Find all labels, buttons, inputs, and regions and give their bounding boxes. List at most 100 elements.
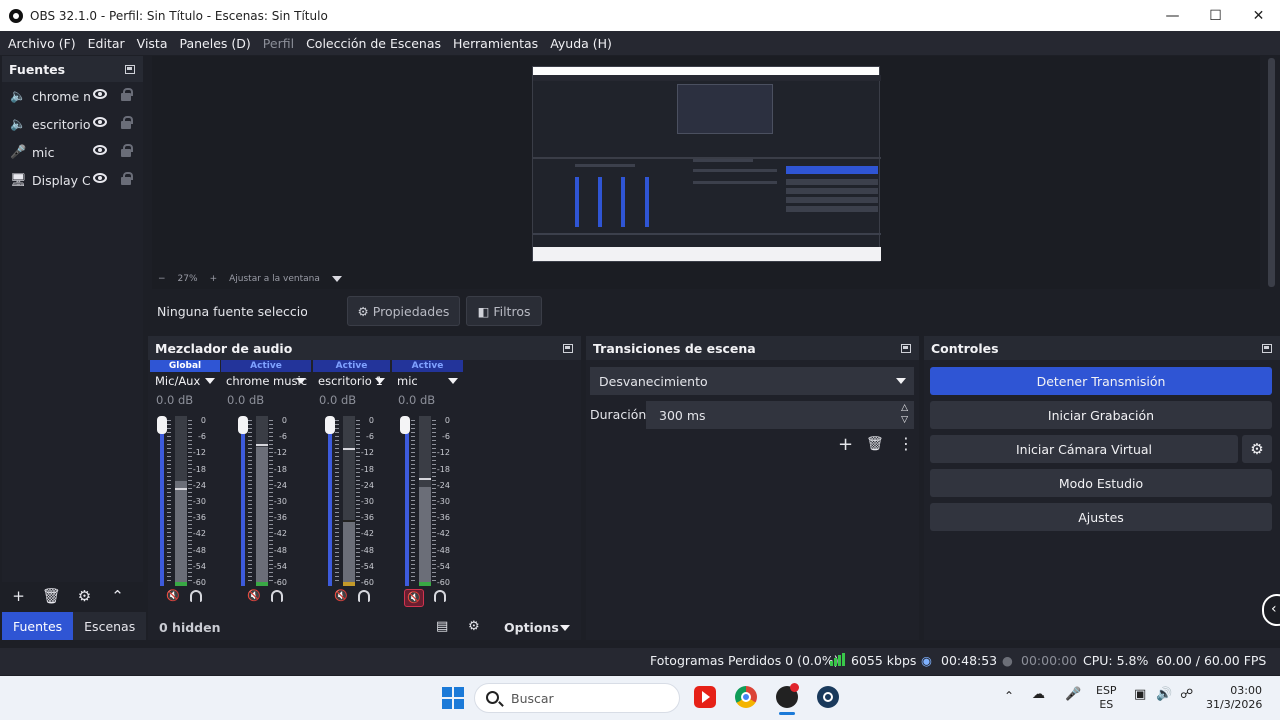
source-item[interactable]: 🔈 escritorio — [2, 110, 143, 138]
fit-to-window-label[interactable]: Ajustar a la ventana — [229, 274, 320, 284]
duration-spinbox[interactable]: 300 ms △ ▽ — [646, 401, 914, 429]
menu-view[interactable]: Vista — [131, 36, 174, 51]
monitor-headphones-icon[interactable] — [271, 590, 283, 602]
close-button[interactable]: ✕ — [1237, 0, 1280, 31]
advanced-audio-gear-icon[interactable]: ⚙ — [468, 619, 480, 634]
volume-fader-track[interactable] — [405, 424, 409, 586]
add-transition-button[interactable]: + — [838, 434, 853, 455]
mute-speaker-icon[interactable]: 🔇 — [404, 589, 424, 607]
lock-icon[interactable] — [121, 116, 133, 129]
chrome-app-icon[interactable] — [735, 686, 757, 708]
volume-fader-knob[interactable] — [238, 416, 248, 434]
chevron-down-icon[interactable] — [560, 625, 570, 631]
mute-speaker-icon[interactable]: 🔇 — [334, 589, 348, 602]
filters-button[interactable]: ◧ Filtros — [466, 296, 542, 326]
source-item[interactable]: 🎤 mic — [2, 138, 143, 166]
layout-toggle-icon[interactable]: ▤ — [436, 619, 448, 634]
search-icon — [486, 691, 499, 704]
volume-fader-track[interactable] — [328, 424, 332, 586]
taskbar-clock[interactable]: 03:00 31/3/2026 — [1206, 684, 1262, 712]
mute-speaker-icon[interactable]: 🔇 — [247, 589, 261, 602]
remove-source-icon[interactable]: 🗑 — [35, 587, 68, 605]
lock-icon[interactable] — [121, 172, 133, 185]
stop-streaming-button[interactable]: Detener Transmisión — [930, 367, 1272, 395]
channel-name-dropdown[interactable]: mic — [392, 372, 463, 390]
volume-fader-knob[interactable] — [325, 416, 335, 434]
more-options-icon[interactable]: ⋮ — [898, 434, 914, 453]
preview-scrollbar[interactable] — [1263, 56, 1280, 289]
volume-fader-track[interactable] — [160, 424, 164, 586]
zoom-out-button[interactable]: − — [158, 274, 166, 284]
start-recording-button[interactable]: Iniciar Grabación — [930, 401, 1272, 429]
menu-tools[interactable]: Herramientas — [447, 36, 544, 51]
input-language[interactable]: ESP ES — [1096, 684, 1117, 712]
source-settings-gear-icon[interactable]: ⚙ — [68, 587, 101, 605]
undock-icon[interactable] — [1262, 343, 1272, 353]
menu-scene-collection[interactable]: Colección de Escenas — [300, 36, 447, 51]
tab-scenes[interactable]: Escenas — [73, 612, 147, 640]
monitor-headphones-icon[interactable] — [358, 590, 370, 602]
studio-mode-button[interactable]: Modo Estudio — [930, 469, 1272, 497]
minimize-button[interactable]: — — [1151, 0, 1194, 31]
audio-mixer-title: Mezclador de audio — [155, 340, 293, 356]
volume-fader-knob[interactable] — [400, 416, 410, 434]
monitor-headphones-icon[interactable] — [434, 590, 446, 602]
menu-edit[interactable]: Editar — [82, 36, 131, 51]
lock-icon[interactable] — [121, 144, 133, 157]
onedrive-cloud-icon[interactable]: ☁ — [1032, 688, 1045, 702]
obs-app-icon[interactable] — [776, 683, 799, 708]
channel-volume-db: 0.0 dB — [398, 393, 436, 407]
source-item[interactable]: 🔈 chrome music — [2, 82, 143, 110]
visibility-eye-icon[interactable] — [93, 117, 107, 127]
taskbar-search[interactable]: Buscar — [474, 683, 680, 713]
channel-name-dropdown[interactable]: escritorio 1 — [313, 372, 390, 390]
maximize-button[interactable]: ☐ — [1194, 0, 1237, 31]
virtual-camera-gear-icon[interactable]: ⚙ — [1242, 435, 1272, 463]
options-button[interactable]: Options — [504, 620, 559, 635]
steam-app-icon[interactable] — [817, 686, 839, 708]
channel-name-dropdown[interactable]: Mic/Aux — [150, 372, 220, 390]
move-up-chevron-icon[interactable]: ⌃ — [101, 587, 134, 605]
network-tray-icon[interactable]: ☍ — [1180, 688, 1193, 702]
menu-profile[interactable]: Perfil — [257, 36, 300, 51]
fps-counter: 60.00 / 60.00 FPS — [1156, 653, 1267, 668]
start-virtual-camera-button[interactable]: Iniciar Cámara Virtual — [930, 435, 1238, 463]
menu-file[interactable]: Archivo (F) — [2, 36, 82, 51]
undock-icon[interactable] — [563, 343, 573, 353]
undock-icon[interactable] — [125, 64, 135, 74]
lock-icon[interactable] — [121, 88, 133, 101]
duration-label: Duración — [590, 407, 647, 422]
properties-label: Propiedades — [372, 303, 450, 319]
channel-name-dropdown[interactable]: chrome music — [221, 372, 311, 390]
tab-sources[interactable]: Fuentes — [2, 612, 74, 640]
mute-speaker-icon[interactable]: 🔇 — [166, 589, 180, 602]
zoom-dropdown-icon[interactable] — [331, 276, 342, 282]
source-item[interactable]: 🖥 Display Capture — [2, 166, 143, 194]
mixer-channel: Active chrome music 0.0 dB 0 -6 -12 -18 -24-… — [221, 360, 311, 610]
monitor-headphones-icon[interactable] — [190, 590, 202, 602]
tray-chevron-up-icon[interactable]: ⌃ — [1004, 689, 1014, 703]
menu-docks[interactable]: Paneles (D) — [174, 36, 257, 51]
meter-ticks — [335, 420, 339, 584]
settings-button[interactable]: Ajustes — [930, 503, 1272, 531]
add-source-button[interactable]: + — [2, 587, 35, 605]
display-tray-icon[interactable]: ▣ — [1134, 688, 1146, 702]
menu-help[interactable]: Ayuda (H) — [544, 36, 618, 51]
zoom-in-button[interactable]: + — [210, 274, 218, 284]
visibility-eye-icon[interactable] — [93, 89, 107, 99]
windows-start-icon[interactable] — [442, 687, 464, 709]
channel-status: Global — [150, 360, 220, 372]
properties-button[interactable]: ⚙ Propiedades — [347, 296, 460, 326]
volume-fader-knob[interactable] — [157, 416, 167, 434]
undock-icon[interactable] — [901, 343, 911, 353]
visibility-eye-icon[interactable] — [93, 145, 107, 155]
visibility-eye-icon[interactable] — [93, 173, 107, 183]
youtube-app-icon[interactable] — [694, 686, 716, 708]
remove-transition-icon[interactable]: 🗑 — [866, 436, 884, 452]
transition-type-select[interactable]: Desvanecimiento — [590, 367, 914, 395]
source-label: escritorio — [32, 116, 90, 132]
volume-fader-track[interactable] — [241, 424, 245, 586]
volume-tray-icon[interactable]: 🔊 — [1156, 688, 1172, 702]
microphone-tray-icon[interactable]: 🎤 — [1065, 688, 1081, 702]
spin-arrows-icon[interactable]: △ ▽ — [901, 402, 908, 426]
